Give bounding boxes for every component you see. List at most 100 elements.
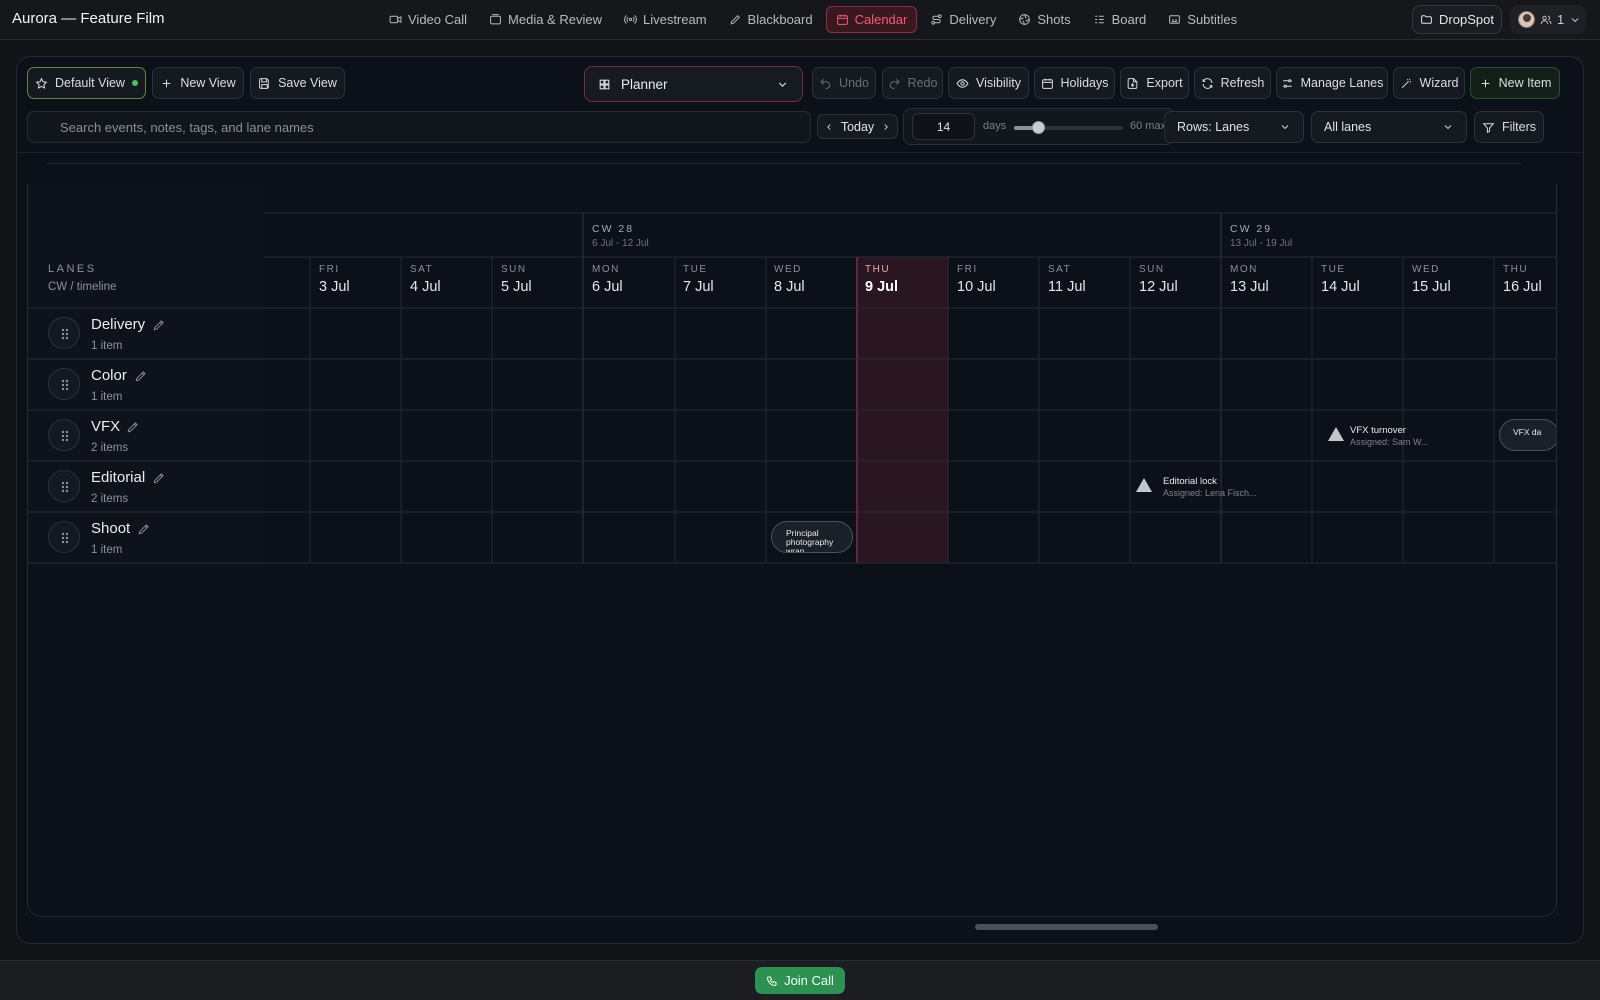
user-presence-menu[interactable]: 1 <box>1510 5 1586 34</box>
event-vfx-turnover[interactable]: VFX turnover Assigned: Sam W... <box>1350 425 1429 447</box>
chevron-down-icon <box>1571 17 1579 22</box>
edit-lane-button[interactable] <box>126 420 140 434</box>
save-view-button[interactable]: Save View <box>250 67 345 99</box>
day-header[interactable]: FRI 3 Jul <box>319 264 410 295</box>
drag-handle[interactable] <box>48 368 80 400</box>
edit-lane-button[interactable] <box>137 522 151 536</box>
refresh-button[interactable]: Refresh <box>1194 67 1271 99</box>
new-item-button[interactable]: New Item <box>1470 67 1560 99</box>
wizard-button[interactable]: Wizard <box>1393 67 1465 99</box>
nav-label: Board <box>1111 12 1147 27</box>
search-input[interactable]: Search events, notes, tags, and lane nam… <box>27 111 811 143</box>
days-slider-thumb[interactable] <box>1032 121 1046 134</box>
export-button[interactable]: Export <box>1120 67 1189 99</box>
redo-label: Redo <box>907 76 938 90</box>
nav-label: Shots <box>1037 12 1071 27</box>
day-header[interactable]: MON 13 Jul <box>1230 264 1321 295</box>
event-vfx-item[interactable]: VFX da <box>1499 419 1556 451</box>
nav-subtitles[interactable]: Subtitles <box>1159 6 1246 33</box>
visibility-button[interactable]: Visibility <box>948 67 1029 99</box>
day-of-week: WED <box>774 264 802 275</box>
main-nav: Video Call Media & Review Livestream Bla… <box>380 6 1246 33</box>
event-title: Editorial lock <box>1163 476 1217 487</box>
save-view-label: Save View <box>278 76 337 90</box>
day-date: 10 Jul <box>957 279 996 295</box>
horizontal-scrollbar[interactable] <box>975 924 1158 930</box>
holidays-button[interactable]: Holidays <box>1034 67 1115 99</box>
new-item-label: New Item <box>1498 76 1552 90</box>
event-principal-photography-wrap[interactable]: Principal photography wrap <box>771 521 853 553</box>
nav-calendar[interactable]: Calendar <box>825 6 918 33</box>
day-header[interactable]: SUN 12 Jul <box>1139 264 1230 295</box>
day-of-week: SAT <box>410 264 434 275</box>
day-header[interactable]: WED 8 Jul <box>774 264 865 295</box>
day-header[interactable]: WED 15 Jul <box>1412 264 1503 295</box>
nav-video-call[interactable]: Video Call <box>380 6 476 33</box>
day-date: 7 Jul <box>683 279 714 295</box>
nav-shots[interactable]: Shots <box>1009 6 1079 33</box>
captions-icon <box>1169 15 1181 24</box>
nav-blackboard[interactable]: Blackboard <box>720 6 822 33</box>
milestone-triangle-icon[interactable] <box>1327 426 1345 442</box>
lanes-filter-select[interactable]: All lanes <box>1311 111 1467 143</box>
day-header-today[interactable]: THU 9 Jul <box>865 264 956 295</box>
day-header[interactable]: FRI 10 Jul <box>957 264 1048 295</box>
nav-livestream[interactable]: Livestream <box>615 6 716 33</box>
dropspot-button[interactable]: DropSpot <box>1412 5 1502 34</box>
milestone-triangle-icon[interactable] <box>1135 477 1153 493</box>
planner-mode-select[interactable]: Planner <box>584 66 803 102</box>
default-view-label: Default View <box>55 76 125 90</box>
drag-handle[interactable] <box>48 419 80 451</box>
nav-board[interactable]: Board <box>1084 6 1156 33</box>
day-header[interactable]: SUN 5 Jul <box>501 264 592 295</box>
drag-handle[interactable] <box>48 470 80 502</box>
edit-lane-button[interactable] <box>152 471 166 485</box>
day-header[interactable]: THU 16 Jul <box>1503 264 1556 295</box>
days-input[interactable]: 14 <box>912 113 975 140</box>
manage-lanes-button[interactable]: Manage Lanes <box>1276 67 1388 99</box>
chevron-left-icon[interactable] <box>824 122 834 132</box>
new-view-button[interactable]: New View <box>152 67 244 99</box>
filter-icon <box>1482 122 1495 133</box>
day-header[interactable]: SAT 4 Jul <box>410 264 501 295</box>
edit-lane-button[interactable] <box>152 318 166 332</box>
nav-label: Calendar <box>854 12 908 27</box>
default-view-button[interactable]: Default View <box>27 67 146 99</box>
lane-item-count: 1 item <box>91 340 123 352</box>
calendar-icon <box>1041 78 1053 89</box>
join-call-button[interactable]: Join Call <box>755 967 845 994</box>
drag-handle[interactable] <box>48 521 80 553</box>
day-date: 3 Jul <box>319 279 350 295</box>
pencil-icon <box>138 524 149 535</box>
redo-button[interactable]: Redo <box>882 67 943 99</box>
edit-lane-button[interactable] <box>134 369 148 383</box>
chevron-right-icon[interactable] <box>881 122 891 132</box>
week-header: CW 28 6 Jul - 12 Jul <box>592 223 649 249</box>
timeline-grid: LANES CW / timeline CW 28 6 Jul - 12 Jul… <box>27 184 1557 917</box>
lane-name: Shoot <box>91 520 131 537</box>
day-header[interactable]: SAT 11 Jul <box>1048 264 1139 295</box>
filters-button[interactable]: Filters <box>1474 111 1544 143</box>
days-slider[interactable] <box>1014 121 1123 134</box>
lane-item-count: 2 items <box>91 442 129 454</box>
day-of-week: TUE <box>683 264 708 275</box>
video-icon <box>389 15 402 24</box>
today-button[interactable]: Today <box>841 120 874 134</box>
day-header[interactable]: TUE 14 Jul <box>1321 264 1412 295</box>
day-of-week: FRI <box>319 264 340 275</box>
lane-item-count: 2 items <box>91 493 129 505</box>
event-editorial-lock[interactable]: Editorial lock Assigned: Lena Fisch... <box>1163 476 1257 498</box>
rows-mode-select[interactable]: Rows: Lanes <box>1164 111 1304 143</box>
days-label: days <box>983 120 1007 132</box>
drag-handle[interactable] <box>48 317 80 349</box>
broadcast-icon <box>624 15 637 24</box>
nav-media-review[interactable]: Media & Review <box>480 6 611 33</box>
day-header[interactable]: TUE 7 Jul <box>683 264 774 295</box>
pencil-icon <box>127 422 138 433</box>
export-icon <box>1128 77 1138 89</box>
event-assignee: Assigned: Sam W... <box>1350 437 1429 447</box>
chevron-down-icon <box>1444 125 1452 130</box>
day-header[interactable]: MON 6 Jul <box>592 264 683 295</box>
nav-delivery[interactable]: Delivery <box>921 6 1005 33</box>
undo-button[interactable]: Undo <box>812 67 876 99</box>
